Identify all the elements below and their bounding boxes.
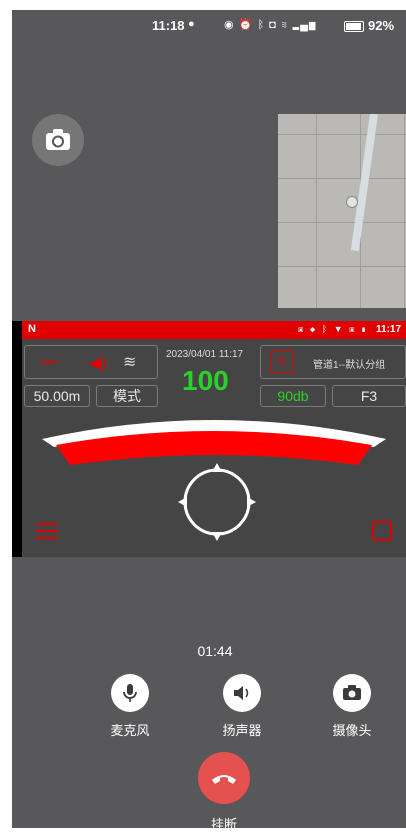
signal-icon: ▂▄▆ — [292, 19, 317, 31]
app-logo: N — [28, 323, 36, 335]
microphone-label: 麦克风 — [110, 723, 150, 738]
compass-icon — [178, 463, 256, 541]
battery-fill — [346, 23, 361, 30]
camera-icon — [333, 674, 371, 712]
ceiling-tiles — [278, 114, 406, 308]
camera-icon: ◘ — [269, 19, 277, 31]
bluetooth-icon: ᛒ — [257, 19, 266, 31]
camera-label: 摄像头 — [332, 723, 372, 738]
hangup-label: 挂断 — [210, 817, 237, 828]
microphone-button[interactable]: 麦克风 — [90, 674, 170, 739]
app-status-time: 11:17 — [376, 324, 402, 335]
freq-chip[interactable]: F3 — [332, 385, 406, 407]
edit-icon: ✎ — [270, 351, 294, 373]
app-status-icons: ▣ ◆ ᛒ ▼ ▣ ▮ — [298, 324, 369, 334]
mode-button[interactable]: 模式 — [96, 385, 158, 407]
ceiling-fixture — [346, 196, 358, 208]
signal-value: 100 — [182, 365, 229, 396]
datetime: 2023/04/01 11:17 — [166, 349, 244, 360]
hangup-phone-icon — [212, 775, 236, 784]
wifi-icon: ≋ — [280, 19, 289, 31]
app-status-bar: N ▣ ◆ ᛒ ▼ ▣ ▮ 11:17 — [22, 321, 406, 339]
battery-icon — [344, 21, 364, 32]
volume-icon: ◀) — [89, 355, 107, 372]
signal-off-icon: ≋ — [123, 354, 137, 371]
status-time: 11:18 — [152, 18, 185, 33]
pipeline-label: 管道1--默认分组 — [313, 360, 386, 371]
menu-icon[interactable] — [36, 523, 58, 544]
speaker-icon — [223, 674, 261, 712]
camera-switch-icon — [46, 129, 70, 150]
battery-percent: 92% — [368, 18, 395, 33]
call-duration: 01:44 — [197, 643, 233, 659]
dash-indicator — [41, 361, 57, 363]
alarm-icon: ⏰ — [238, 19, 254, 31]
switch-camera-button[interactable] — [32, 114, 84, 166]
screenshot-icon[interactable] — [372, 521, 392, 541]
hangup-button[interactable] — [198, 752, 250, 804]
status-bar: 11:18 ● ◉ ⏰ ᛒ ◘ ≋ ▂▄▆ 92% — [12, 10, 406, 42]
detector-app: N ▣ ◆ ᛒ ▼ ▣ ▮ 11:17 ◀) ≋ 2023/04/01 11:1… — [22, 321, 406, 557]
status-icons: ◉ ⏰ ᛒ ◘ ≋ ▂▄▆ — [224, 18, 317, 31]
chat-bubble-icon: ● — [188, 18, 195, 30]
range-chip[interactable]: 50.00m — [24, 385, 90, 407]
remote-video-preview[interactable] — [278, 114, 406, 308]
eye-icon: ◉ — [224, 19, 235, 31]
microphone-icon — [111, 674, 149, 712]
pipeline-selector[interactable]: ✎ 管道1--默认分组 — [260, 345, 406, 379]
video-call-screen: 11:18 ● ◉ ⏰ ᛒ ◘ ≋ ▂▄▆ 92% N ▣ ◆ ᛒ ▼ ▣ ▮ … — [12, 10, 406, 828]
speaker-label: 扬声器 — [222, 723, 262, 738]
indicator-box[interactable]: ◀) ≋ — [24, 345, 158, 379]
camera-button[interactable]: 摄像头 — [312, 674, 392, 739]
speaker-button[interactable]: 扬声器 — [202, 674, 282, 739]
shared-screen: N ▣ ◆ ᛒ ▼ ▣ ▮ 11:17 ◀) ≋ 2023/04/01 11:1… — [12, 321, 406, 557]
db-chip[interactable]: 90db — [260, 385, 326, 407]
